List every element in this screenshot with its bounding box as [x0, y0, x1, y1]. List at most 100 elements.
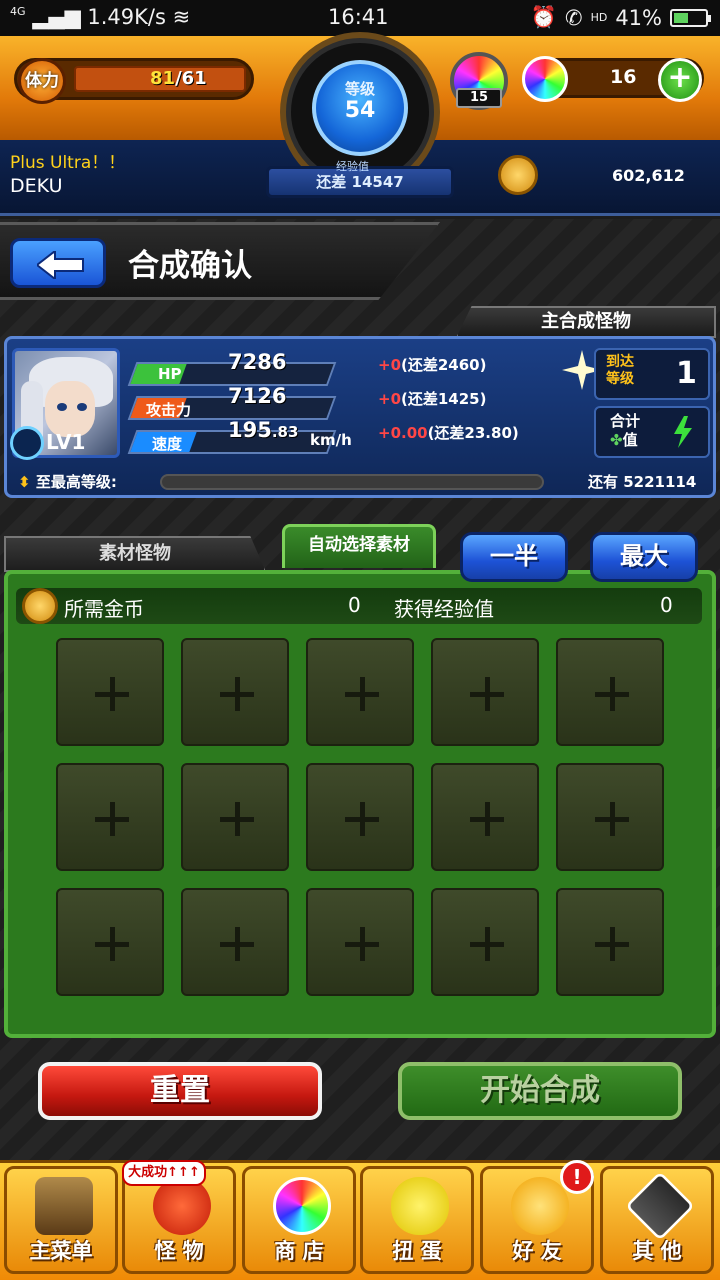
- nav-friends-label: 好 友: [512, 1239, 562, 1263]
- material-slot[interactable]: [306, 888, 414, 996]
- back-arrow-icon: [37, 251, 84, 279]
- level-badge[interactable]: 等级 54: [312, 60, 408, 156]
- rainbow-orb-icon: [522, 56, 568, 102]
- material-slot[interactable]: [431, 763, 539, 871]
- gacha-egg-icon: [391, 1177, 449, 1235]
- level-label: 等级: [344, 80, 375, 98]
- network-type: 4G: [10, 5, 26, 18]
- material-slot[interactable]: [431, 888, 539, 996]
- hd-label: HD: [590, 11, 608, 24]
- nav-monster-label: 怪 物: [154, 1239, 204, 1263]
- total-label-text: 值: [622, 431, 638, 449]
- material-slot[interactable]: [181, 763, 289, 871]
- stamina-current: 81: [150, 68, 176, 89]
- other-icon: [625, 1171, 695, 1241]
- reach-level-value: 1: [676, 356, 697, 391]
- signal-icon: ▂▄▆: [32, 5, 81, 29]
- material-slot[interactable]: [56, 763, 164, 871]
- reach-label-line1: 到达: [606, 354, 634, 370]
- friends-alert-icon: !: [560, 1160, 594, 1194]
- monster-level-text: LV1: [46, 430, 86, 454]
- auto-select-tab[interactable]: 自动选择素材: [282, 524, 436, 568]
- friends-icon: [511, 1177, 569, 1235]
- stamina-value: 81/61: [150, 68, 207, 89]
- max-level-text: 至最高等级:: [35, 473, 117, 491]
- total-label-line2: ✤值: [610, 431, 640, 450]
- speed-text: 1.49K/s: [87, 5, 166, 29]
- nav-gacha[interactable]: 扭 蛋: [360, 1166, 474, 1274]
- half-button[interactable]: 一半: [460, 532, 568, 582]
- material-monster-tab[interactable]: 素材怪物: [4, 536, 266, 572]
- hp-value: 7286: [228, 350, 287, 374]
- gold-required-value: 0: [348, 593, 361, 617]
- player-name: DEKU: [10, 175, 63, 197]
- attack-diff: +0(还差1425): [378, 388, 486, 409]
- speed-unit: km/h: [310, 431, 352, 449]
- speed-label: 速度: [152, 435, 183, 453]
- material-slot[interactable]: [556, 763, 664, 871]
- buy-orb-button[interactable]: +: [658, 58, 702, 102]
- reset-button[interactable]: 重置: [38, 1062, 322, 1120]
- status-bar: 4G ▂▄▆ 1.49K/s ≋ 16:41 ⏰ ✆ HD 41%: [0, 0, 720, 36]
- speed-diff-plus: +0.00: [378, 424, 428, 442]
- clock: 16:41: [328, 5, 389, 29]
- battery-icon: [670, 8, 711, 27]
- stamina-icon: 体力: [18, 58, 66, 104]
- material-slot[interactable]: [306, 638, 414, 746]
- hp-diff-rest: (还差2460): [401, 356, 487, 374]
- nav-gacha-label: 扭 蛋: [392, 1239, 442, 1263]
- coin-value: 602,612: [612, 166, 685, 185]
- material-slot[interactable]: [56, 638, 164, 746]
- speed-diff: +0.00(还差23.80): [378, 422, 519, 443]
- start-fusion-button[interactable]: 开始合成: [398, 1062, 682, 1120]
- nav-main-menu-label: 主菜单: [29, 1239, 93, 1263]
- back-button[interactable]: [10, 238, 106, 288]
- material-slot[interactable]: [181, 888, 289, 996]
- speed-decimal: .83: [271, 423, 299, 441]
- attack-diff-plus: +0: [378, 390, 402, 408]
- speed-diff-rest: (还差23.80): [427, 424, 519, 442]
- max-level-label: ⬍ 至最高等级:: [18, 471, 117, 492]
- updown-icon: ⬍: [18, 473, 31, 491]
- attack-diff-rest: (还差1425): [401, 390, 487, 408]
- material-slot[interactable]: [556, 638, 664, 746]
- exp-gain-label: 获得经验值: [394, 597, 494, 621]
- wifi-icon: ≋: [172, 5, 191, 29]
- call-icon: ✆: [564, 5, 583, 30]
- material-slot[interactable]: [56, 888, 164, 996]
- main-menu-icon: [35, 1177, 93, 1235]
- total-label-line1: 合计: [610, 412, 641, 430]
- speed-int: 195: [228, 418, 272, 442]
- hp-diff-plus: +0: [378, 356, 402, 374]
- nav-main-menu[interactable]: 主菜单: [4, 1166, 118, 1274]
- shop-orb-icon: [273, 1177, 331, 1235]
- max-level-bar: [160, 474, 544, 490]
- nav-shop[interactable]: 商 店: [242, 1166, 356, 1274]
- network-speed: 4G ▂▄▆ 1.49K/s ≋: [10, 5, 190, 29]
- status-right: ⏰ ✆ HD 41%: [531, 5, 711, 30]
- attack-label: 攻击力: [146, 401, 192, 419]
- attack-value: 7126: [228, 384, 287, 408]
- lightning-icon: [674, 416, 692, 448]
- material-slot[interactable]: [431, 638, 539, 746]
- nav-shop-label: 商 店: [274, 1239, 324, 1263]
- reach-label-line2: 等级: [606, 371, 634, 387]
- max-button[interactable]: 最大: [590, 532, 698, 582]
- orb-count: 16: [610, 66, 637, 88]
- stamina-max: /61: [175, 68, 207, 89]
- speed-value: 195.83: [228, 418, 298, 442]
- hp-label: HP: [158, 365, 182, 383]
- page-title: 合成确认: [128, 248, 252, 284]
- battery-percent: 41%: [615, 5, 662, 30]
- player-title: Plus Ultra！！: [10, 153, 126, 173]
- material-slot[interactable]: [556, 888, 664, 996]
- monster-level: LV1: [10, 426, 85, 460]
- monster-great-success-badge: 大成功↑↑↑: [122, 1160, 206, 1186]
- material-slot[interactable]: [181, 638, 289, 746]
- exp-gain-value: 0: [660, 593, 673, 617]
- nav-other[interactable]: 其 他: [600, 1166, 714, 1274]
- hp-diff: +0(还差2460): [378, 354, 486, 375]
- clover-icon: ✤: [610, 431, 623, 449]
- nav-other-label: 其 他: [632, 1239, 682, 1263]
- material-slot[interactable]: [306, 763, 414, 871]
